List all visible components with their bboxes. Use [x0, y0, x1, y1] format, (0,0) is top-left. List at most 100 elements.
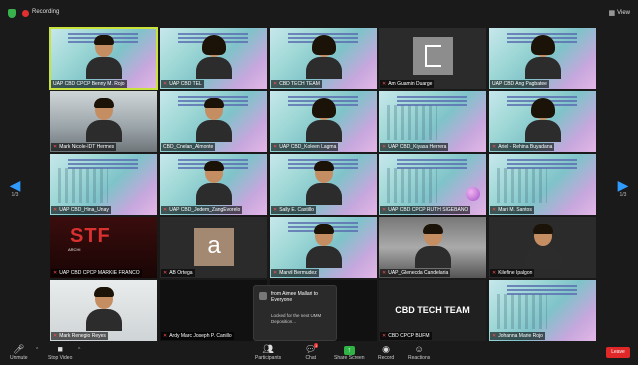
- participant-name: ✕ UAP_Glenecda Candelaria: [380, 269, 451, 277]
- participant-tile[interactable]: ✕ UAP CBD CPCP RUTH SIGEBANO: [379, 154, 486, 215]
- participant-video: [85, 98, 122, 142]
- mic-muted-icon: ✕: [163, 81, 168, 87]
- avatar: a: [194, 228, 234, 266]
- participant-name: ✕ UAP CBD_Kiyasa Herrera: [380, 143, 449, 151]
- stf-logo: STF: [70, 225, 111, 247]
- recording-dot-icon: [22, 10, 29, 17]
- participant-tile[interactable]: ✕ UAP CBD_Koleen Lagma: [270, 91, 377, 152]
- participant-tile[interactable]: ✕ UAP CBD TEL: [160, 28, 267, 89]
- record-button[interactable]: ◉ Record: [378, 344, 394, 361]
- participant-video: [85, 287, 122, 331]
- participant-name: ✕ Mari M. Santos: [490, 206, 534, 214]
- recording-label: Recording: [32, 9, 60, 15]
- mic-muted-icon: ✕: [53, 270, 58, 276]
- participant-tile[interactable]: ✕ Mari M. Santos: [489, 154, 596, 215]
- participant-name: ✕ UAP CBD CPCP RUTH SIGEBANO: [380, 206, 471, 214]
- participant-tile[interactable]: ✕ CBD TECH TEAM: [270, 28, 377, 89]
- video-options-chevron-up-icon[interactable]: ^: [78, 347, 80, 353]
- building-graphic: [387, 105, 437, 140]
- share-screen-icon: ↑: [334, 344, 365, 355]
- mic-muted-icon: ✕: [53, 207, 58, 213]
- mic-muted-icon: ✕: [382, 81, 387, 87]
- participant-name: ✕ UAP CBD CPCP MARKIE FRANCO: [51, 269, 142, 277]
- share-screen-button[interactable]: ↑ Share Screen: [334, 344, 365, 361]
- participant-name: CBD_Cnelan_Almonte: [161, 143, 216, 151]
- next-page-button[interactable]: ▶ 1/3: [616, 178, 630, 198]
- stop-video-button[interactable]: ■ Stop Video: [48, 344, 72, 361]
- participant-tile[interactable]: UAP CBD Ang Pagbatee: [489, 28, 596, 89]
- participant-name: ✕ UAP CBD_Hina_Unay: [51, 206, 111, 214]
- participant-tile[interactable]: CBD TECH TEAM ✕ CBD CPCP BUFM: [379, 280, 486, 341]
- participant-tile[interactable]: ✕ Mark Nicole-IDT Hermes: [50, 91, 157, 152]
- view-button[interactable]: ▦ View: [608, 9, 630, 17]
- participant-tile[interactable]: ✕ Mark Renegio Reyes: [50, 280, 157, 341]
- participant-name: ✕ UAP CBD_Jedem_ZangEvorelo: [161, 206, 243, 214]
- participant-tile[interactable]: UAP CBD CPCP Benny M. Rojo: [49, 27, 158, 90]
- participant-tile[interactable]: CBD_Cnelan_Almonte: [160, 91, 267, 152]
- participant-tile[interactable]: ✕ Marvil Bermudez: [270, 217, 377, 278]
- grid-view-icon: ▦: [608, 10, 616, 17]
- participant-tile[interactable]: ✕ Ariel - Rehina Buyadana: [489, 91, 596, 152]
- participant-video: [195, 35, 232, 79]
- participant-video: [195, 98, 232, 142]
- mic-muted-icon: ✕: [382, 270, 387, 276]
- leave-button[interactable]: Leave: [606, 347, 630, 358]
- participant-name: ✕ Ardy Marc Joseph P. Canillo: [161, 332, 234, 340]
- participant-tile[interactable]: ✕ UAP CBD_Hina_Unay: [50, 154, 157, 215]
- participant-video: [305, 161, 342, 205]
- participant-name: UAP CBD Ang Pagbatee: [490, 80, 549, 88]
- chat-notification-message: Locked for the next UMM Deposition...: [271, 313, 322, 324]
- participant-name: ✕ CBD TECH TEAM: [271, 80, 322, 88]
- participants-button[interactable]: 👥︎ 41 Participants: [255, 344, 281, 361]
- building-graphic: [58, 168, 108, 203]
- unmute-label: Unmute: [10, 355, 28, 361]
- participant-tile[interactable]: ✕ Sally E. Castillo: [270, 154, 377, 215]
- chat-unread-badge: 1: [314, 343, 319, 348]
- security-shield-icon[interactable]: [8, 9, 16, 18]
- participant-name: UAP CBD CPCP Benny M. Rojo: [51, 80, 127, 88]
- building-graphic: [497, 294, 547, 329]
- participant-name: ✕ CBD CPCP BUFM: [380, 332, 432, 340]
- stop-video-label: Stop Video: [48, 355, 73, 361]
- participants-label: Participants: [255, 355, 282, 361]
- meeting-toolbar: 🎤︎ Unmute ^ ■ Stop Video ^ 👥︎ 41 Partici…: [0, 342, 638, 365]
- participant-video: [524, 98, 561, 142]
- participant-tile[interactable]: ✕ Am Guamin Duarge: [379, 28, 486, 89]
- participants-count: 41: [268, 344, 273, 349]
- participant-name: ✕ AB Ortega: [161, 269, 195, 277]
- chat-sender-avatar: [259, 292, 267, 300]
- chat-button[interactable]: 💬︎ 1 Chat: [305, 343, 319, 361]
- mic-muted-icon: ✕: [53, 144, 58, 150]
- mic-muted-icon: ✕: [492, 270, 497, 276]
- chat-notification[interactable]: from Aimee Mallari to Everyone Locked fo…: [253, 285, 337, 341]
- participant-name: ✕ UAP CBD TEL: [161, 80, 204, 88]
- participant-tile[interactable]: ✕ Ardy Marc Joseph P. Canillo: [160, 280, 267, 341]
- reactions-button[interactable]: ☺ Reactions: [408, 344, 430, 361]
- mic-muted-icon: ✕: [163, 270, 168, 276]
- mic-muted-icon: ✕: [492, 144, 497, 150]
- mic-muted-icon: ✕: [492, 207, 497, 213]
- participant-tile[interactable]: ✕ Kilefine Ipalgon: [489, 217, 596, 278]
- participant-name: ✕ Ariel - Rehina Buyadana: [490, 143, 555, 151]
- profile-logo: [413, 37, 453, 75]
- cbd-tech-team-banner: CBD TECH TEAM: [395, 305, 470, 315]
- participant-tile[interactable]: ✕ UAP CBD_Kiyasa Herrera: [379, 91, 486, 152]
- audio-options-chevron-up-icon[interactable]: ^: [36, 347, 38, 353]
- participant-tile[interactable]: ✕ UAP_Glenecda Candelaria: [379, 217, 486, 278]
- participant-video: [524, 224, 561, 268]
- participant-name: ✕ Am Guamin Duarge: [380, 80, 435, 88]
- previous-page-button[interactable]: ◀ 1/3: [8, 178, 22, 198]
- chat-notification-header: from Aimee Mallari to Everyone: [271, 291, 318, 303]
- mic-muted-icon: ✕: [273, 207, 278, 213]
- stf-logo-subtitle: ARCHI: [68, 247, 81, 252]
- share-screen-label: Share Screen: [334, 355, 365, 361]
- participant-tile[interactable]: ✕ UAP CBD_Jedem_ZangEvorelo: [160, 154, 267, 215]
- mic-muted-icon: ✕: [53, 333, 58, 339]
- participant-name: ✕ Kilefine Ipalgon: [490, 269, 535, 277]
- participant-tile[interactable]: a ✕ AB Ortega: [160, 217, 267, 278]
- mic-muted-icon: ✕: [382, 333, 387, 339]
- participant-tile[interactable]: ✕ Johanna Marie Rojo: [489, 280, 596, 341]
- participant-tile[interactable]: STF ARCHI ✕ UAP CBD CPCP MARKIE FRANCO: [50, 217, 157, 278]
- participant-video: [305, 35, 342, 79]
- unmute-button[interactable]: 🎤︎ Unmute: [10, 344, 28, 361]
